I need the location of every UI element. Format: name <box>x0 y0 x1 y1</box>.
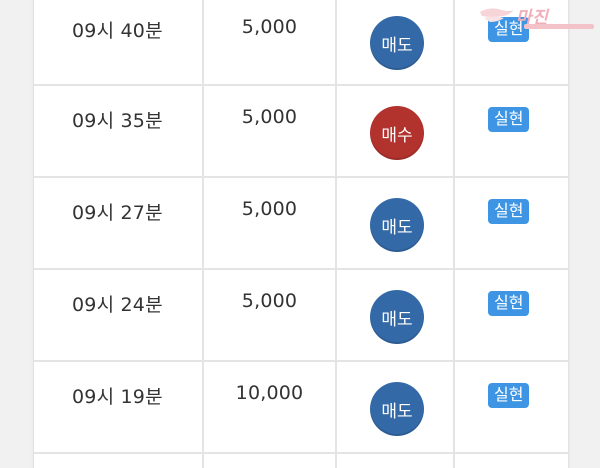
time-cell: 09시 27분 <box>34 178 204 268</box>
trade-history-screen: 09시 40분 5,000 매도 실현 09시 35분 5,000 매수 실현 … <box>0 0 600 468</box>
type-cell: 매수 <box>337 86 455 176</box>
trade-time: 09시 35분 <box>72 110 163 132</box>
time-cell: 09시 40분 <box>34 0 204 84</box>
time-cell <box>34 454 204 468</box>
trade-time: 09시 40분 <box>72 20 163 42</box>
trade-amount: 10,000 <box>235 382 304 404</box>
status-cell: 실현 <box>455 270 568 360</box>
wing-icon <box>480 8 514 22</box>
trade-amount: 5,000 <box>241 290 298 312</box>
realized-status-badge: 실현 <box>488 383 530 408</box>
table-row: 09시 24분 5,000 매도 실현 <box>34 270 568 362</box>
realized-status-badge: 실현 <box>488 107 530 132</box>
amount-cell: 5,000 <box>204 178 337 268</box>
time-cell: 09시 24분 <box>34 270 204 360</box>
sell-badge: 매도 <box>370 16 424 70</box>
trade-amount: 5,000 <box>241 106 298 128</box>
table-row: 09시 27분 5,000 매도 실현 <box>34 178 568 270</box>
sell-badge: 매도 <box>370 198 424 252</box>
watermark-logo: 마진 <box>478 0 600 34</box>
time-cell: 09시 19분 <box>34 362 204 452</box>
trade-amount: 5,000 <box>241 16 298 38</box>
trade-history-table: 09시 40분 5,000 매도 실현 09시 35분 5,000 매수 실현 … <box>34 0 568 468</box>
trade-history-table-card: 09시 40분 5,000 매도 실현 09시 35분 5,000 매수 실현 … <box>33 0 569 468</box>
amount-cell: 10,000 <box>204 362 337 452</box>
trade-time: 09시 19분 <box>72 386 163 408</box>
buy-badge: 매수 <box>370 106 424 160</box>
realized-status-badge: 실현 <box>488 199 530 224</box>
trade-amount: 5,000 <box>241 198 298 220</box>
sell-badge: 매도 <box>370 290 424 344</box>
amount-cell: 5,000 <box>204 270 337 360</box>
time-cell: 09시 35분 <box>34 86 204 176</box>
sell-badge: 매도 <box>370 382 424 436</box>
type-cell: 매도 <box>337 0 455 84</box>
table-row: 09시 19분 10,000 매도 실현 <box>34 362 568 454</box>
type-cell: 매도 <box>337 270 455 360</box>
type-cell: 매도 <box>337 178 455 268</box>
amount-cell: 5,000 <box>204 0 337 84</box>
status-cell: 실현 <box>455 362 568 452</box>
status-cell: 실현 <box>455 86 568 176</box>
amount-cell: 5,000 <box>204 86 337 176</box>
trade-time: 09시 24분 <box>72 294 163 316</box>
table-row-partial <box>34 454 568 468</box>
status-cell: 실현 <box>455 178 568 268</box>
status-cell <box>455 454 568 468</box>
trade-time: 09시 27분 <box>72 202 163 224</box>
type-cell: 매도 <box>337 362 455 452</box>
table-row: 09시 35분 5,000 매수 실현 <box>34 86 568 178</box>
type-cell <box>337 454 455 468</box>
watermark-underline <box>524 24 594 29</box>
amount-cell <box>204 454 337 468</box>
realized-status-badge: 실현 <box>488 291 530 316</box>
